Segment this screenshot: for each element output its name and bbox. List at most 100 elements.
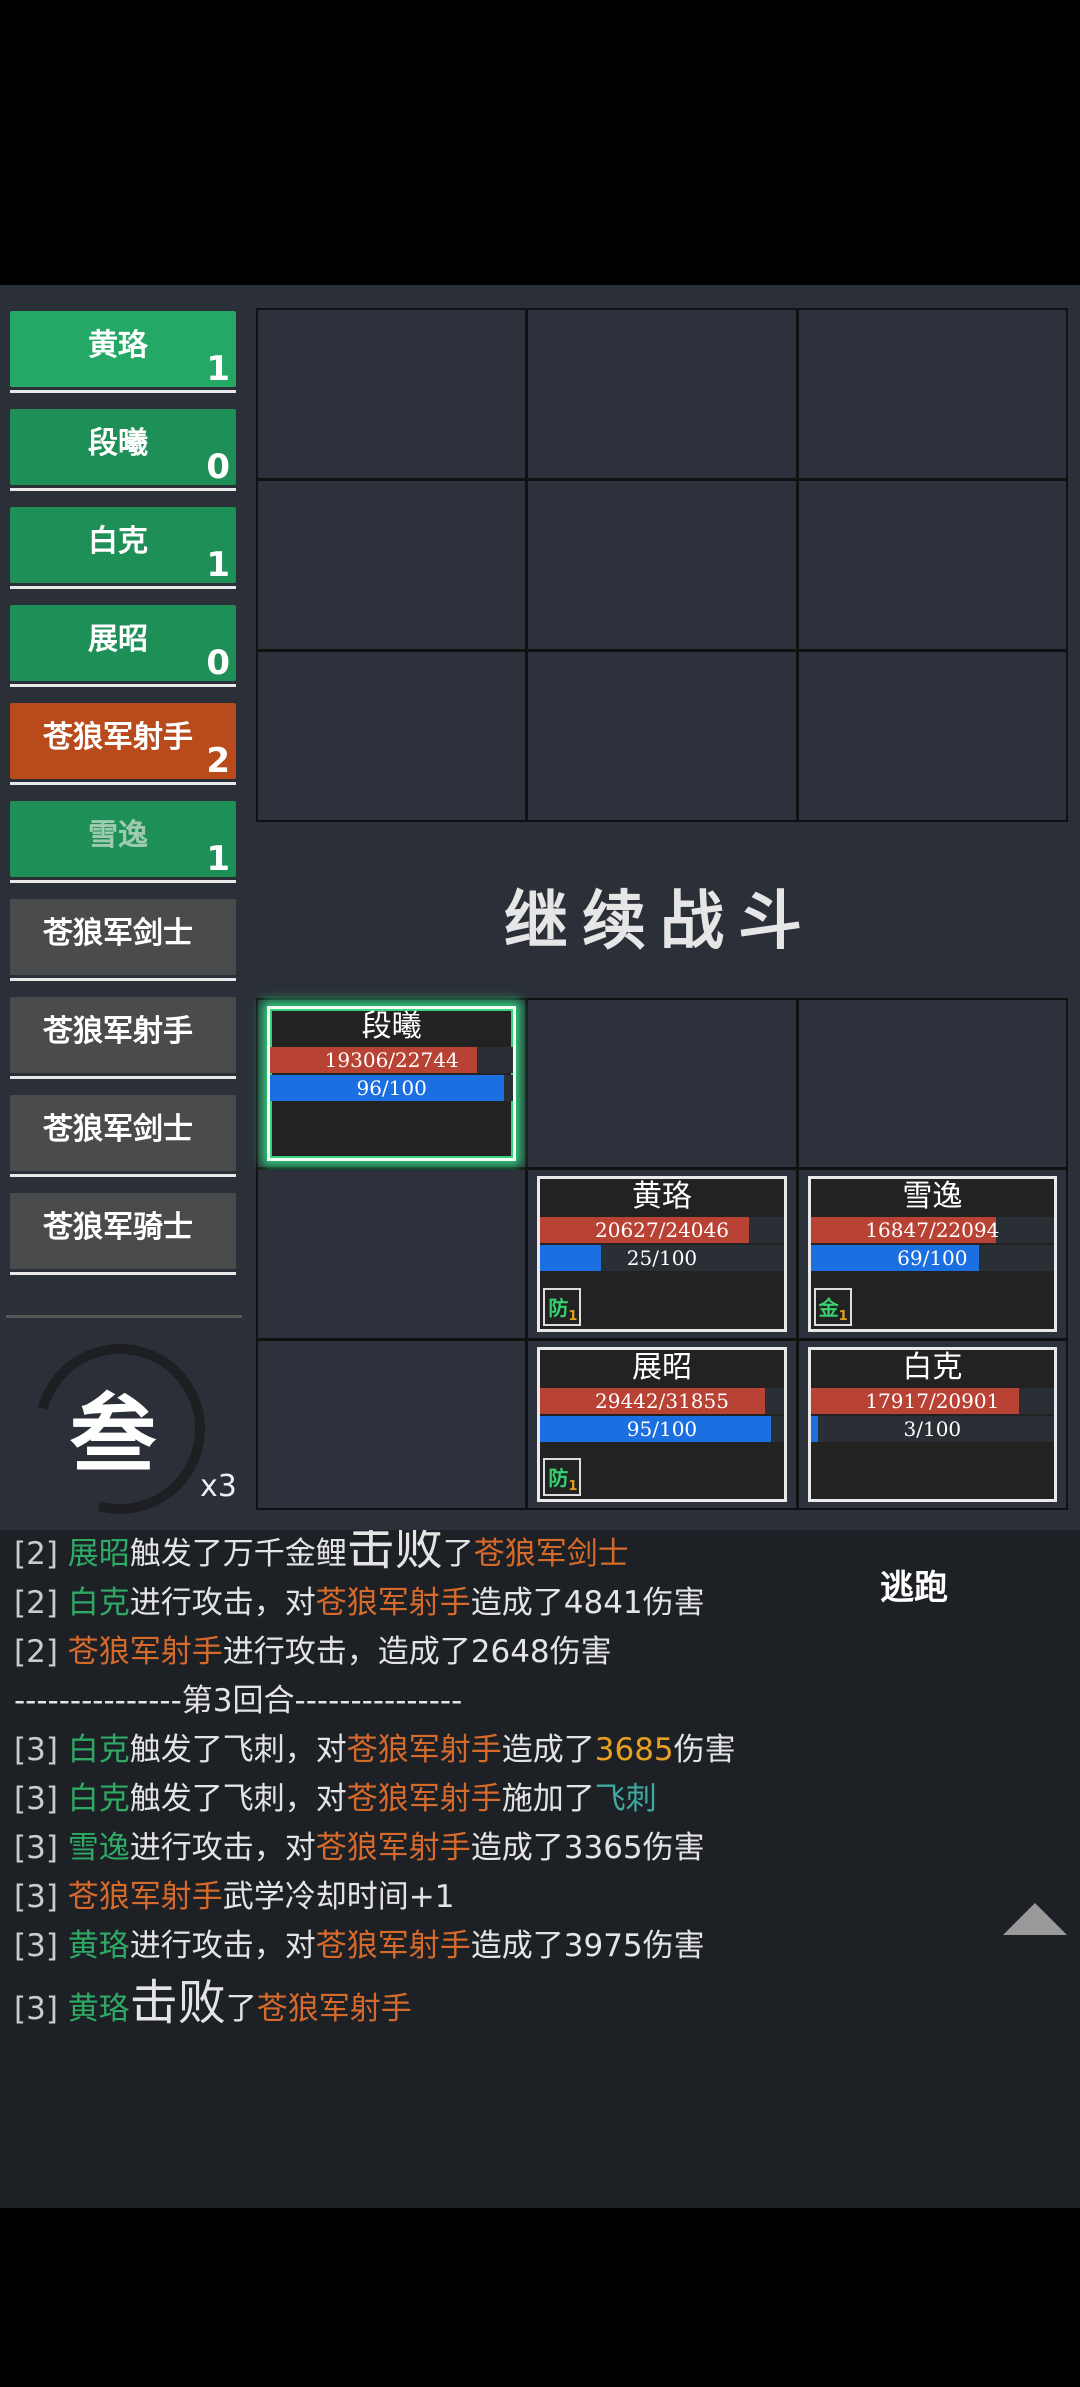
turn-item[interactable]: 展昭 0 <box>10 605 236 687</box>
log-line: [2] 展昭触发了万千金鲤击败了苍狼军剑士 <box>14 1530 629 1576</box>
unit-name: 白克 <box>902 1349 963 1385</box>
turn-count: 0 <box>206 643 230 683</box>
turn-name: 苍狼军剑士 <box>43 1112 193 1147</box>
energy-bar: 69/100 <box>810 1245 1054 1272</box>
skill-glyph: 叁 <box>70 1384 156 1485</box>
turn-item[interactable]: 黄珞 1 <box>10 311 236 393</box>
unit-card-baike[interactable]: 白克 17917/20901 3/100 <box>807 1346 1057 1502</box>
unit-name: 黄珞 <box>631 1179 692 1215</box>
grid-cell[interactable] <box>528 481 796 649</box>
hp-text: 20627/24046 <box>595 1218 729 1243</box>
log-line: [3] 白克触发了飞刺，对苍狼军射手施加了飞刺 <box>14 1781 657 1817</box>
turn-item[interactable]: 苍狼军剑士 <box>10 1095 236 1177</box>
grid-cell[interactable]: 黄珞 20627/24046 25/100 防1 <box>528 1170 796 1338</box>
unit-name: 展昭 <box>631 1349 692 1385</box>
grid-cell[interactable]: 段曦 19306/22744 96/100 <box>258 1000 526 1168</box>
sidebar-divider <box>6 1315 242 1318</box>
energy-text: 96/100 <box>356 1076 427 1100</box>
hp-text: 16847/22094 <box>865 1218 1000 1243</box>
round-divider: ---------------第3回合--------------- <box>14 1683 463 1719</box>
energy-bar: 3/100 <box>810 1415 1054 1442</box>
grid-cell[interactable]: 雪逸 16847/22094 69/100 金1 <box>798 1170 1066 1338</box>
unit-card-huangluo[interactable]: 黄珞 20627/24046 25/100 防1 <box>537 1176 787 1332</box>
turn-item[interactable]: 雪逸 1 <box>10 801 236 883</box>
hp-text: 29442/31855 <box>595 1388 729 1413</box>
turn-name: 黄珞 <box>88 328 148 363</box>
skill-button[interactable]: 叁 <box>3 1312 237 1546</box>
unit-name: 段曦 <box>361 1009 422 1044</box>
turn-name: 苍狼军剑士 <box>43 916 193 951</box>
hp-bar: 17917/20901 <box>810 1387 1054 1414</box>
hp-bar: 20627/24046 <box>540 1217 784 1244</box>
defense-buff-icon: 防1 <box>543 1457 582 1496</box>
turn-item[interactable]: 苍狼军射手 2 <box>10 703 236 785</box>
turn-item[interactable]: 苍狼军射手 <box>10 997 236 1079</box>
grid-cell[interactable] <box>258 481 526 649</box>
grid-cell[interactable] <box>798 310 1066 478</box>
grid-cell[interactable] <box>798 481 1066 649</box>
log-line: [2] 苍狼军射手进行攻击，造成了2648伤害 <box>14 1634 612 1670</box>
turn-item[interactable]: 苍狼军剑士 <box>10 899 236 981</box>
scroll-up-icon[interactable] <box>1003 1903 1067 1935</box>
turn-item[interactable]: 苍狼军骑士 <box>10 1193 236 1275</box>
turn-item[interactable]: 白克 1 <box>10 507 236 589</box>
turn-name: 段曦 <box>88 426 148 461</box>
log-line: [2] 白克进行攻击，对苍狼军射手造成了4841伤害 <box>14 1585 705 1621</box>
energy-text: 25/100 <box>626 1246 698 1271</box>
unit-card-zhanzhao[interactable]: 展昭 29442/31855 95/100 防1 <box>537 1346 787 1502</box>
enemy-formation-grid <box>256 308 1068 822</box>
grid-cell[interactable] <box>528 310 796 478</box>
grid-cell[interactable] <box>258 1170 526 1338</box>
grid-cell[interactable] <box>528 652 796 820</box>
turn-name: 雪逸 <box>88 818 148 853</box>
grid-cell[interactable] <box>798 652 1066 820</box>
unit-name: 雪逸 <box>902 1179 963 1215</box>
turn-item[interactable]: 段曦 0 <box>10 409 236 491</box>
log-line: [3] 雪逸进行攻击，对苍狼军射手造成了3365伤害 <box>14 1830 705 1866</box>
grid-cell[interactable]: 展昭 29442/31855 95/100 防1 <box>528 1340 796 1508</box>
turn-order-list: 黄珞 1 段曦 0 白克 1 展昭 0 苍狼军射手 2 雪逸 1 苍狼军剑士 苍狼军射手 苍… <box>10 311 236 1291</box>
unit-card-xueyi[interactable]: 雪逸 16847/22094 69/100 金1 <box>807 1176 1057 1332</box>
grid-cell[interactable] <box>528 1000 796 1168</box>
grid-cell[interactable] <box>258 1340 526 1508</box>
energy-bar: 95/100 <box>540 1415 784 1442</box>
log-lines: [2] 展昭触发了万千金鲤击败了苍狼军剑士 [2] 白克进行攻击，对苍狼军射手造… <box>14 1530 736 2034</box>
energy-text: 69/100 <box>897 1246 968 1271</box>
log-line: [3] 苍狼军射手武学冷却时间+1 <box>14 1879 455 1915</box>
hp-bar: 16847/22094 <box>810 1217 1054 1244</box>
log-line: [3] 白克触发了飞刺，对苍狼军射手造成了3685伤害 <box>14 1732 736 1768</box>
turn-name: 苍狼军射手 <box>43 1014 193 1049</box>
turn-name: 苍狼军骑士 <box>43 1210 193 1245</box>
turn-name: 展昭 <box>88 622 148 657</box>
turn-name: 苍狼军射手 <box>43 720 193 755</box>
grid-cell[interactable]: 白克 17917/20901 3/100 <box>798 1340 1066 1508</box>
metal-buff-icon: 金1 <box>813 1287 852 1326</box>
unit-card-duanxi[interactable]: 段曦 19306/22744 96/100 <box>267 1006 517 1162</box>
log-line: [3] 黄珞进行攻击，对苍狼军射手造成了3975伤害 <box>14 1928 705 1964</box>
defense-buff-icon: 防1 <box>543 1287 582 1326</box>
hp-bar: 29442/31855 <box>540 1387 784 1414</box>
turn-name: 白克 <box>88 524 148 559</box>
log-line: [3] 黄珞击败了苍狼军射手 <box>14 1975 412 2031</box>
energy-bar: 96/100 <box>270 1075 514 1101</box>
energy-text: 3/100 <box>903 1416 962 1441</box>
hp-bar: 19306/22744 <box>270 1047 514 1073</box>
turn-count: 1 <box>206 545 230 585</box>
grid-cell[interactable] <box>258 652 526 820</box>
skill-multiplier: x3 <box>200 1469 237 1504</box>
hp-text: 19306/22744 <box>324 1048 459 1072</box>
continue-battle-button[interactable]: 继续战斗 <box>256 870 1064 962</box>
hp-text: 17917/20901 <box>865 1388 1000 1413</box>
grid-cell[interactable] <box>258 310 526 478</box>
turn-count: 1 <box>206 839 230 879</box>
turn-count: 2 <box>206 741 230 781</box>
turn-count: 0 <box>206 447 230 487</box>
energy-bar: 25/100 <box>540 1245 784 1272</box>
turn-count: 1 <box>206 349 230 389</box>
battle-screen: 黄珞 1 段曦 0 白克 1 展昭 0 苍狼军射手 2 雪逸 1 苍狼军剑士 苍狼军射手 苍… <box>0 285 1080 2208</box>
battle-log[interactable]: 逃跑 [2] 展昭触发了万千金鲤击败了苍狼军剑士 [2] 白克进行攻击，对苍狼军… <box>0 1530 1080 2208</box>
energy-text: 95/100 <box>626 1416 698 1441</box>
escape-button[interactable]: 逃跑 <box>880 1560 948 1609</box>
grid-cell[interactable] <box>798 1000 1066 1168</box>
ally-formation-grid: 段曦 19306/22744 96/100 黄珞 20627/24046 25/… <box>256 998 1068 1510</box>
